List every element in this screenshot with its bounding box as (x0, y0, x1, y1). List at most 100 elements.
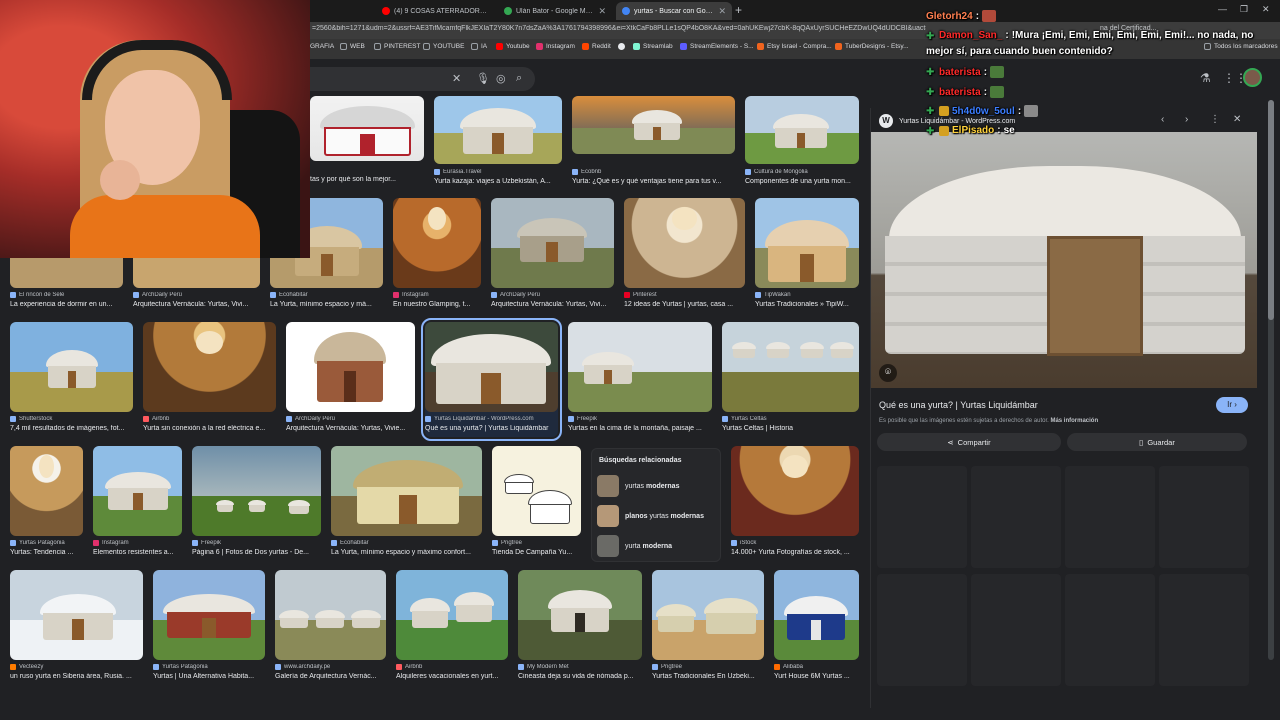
image-result[interactable]: Eurasia.Travel Yurta kazaja: viajes a Uz… (434, 96, 562, 196)
result-thumbnail[interactable] (393, 198, 481, 288)
result-thumbnail[interactable] (143, 322, 276, 412)
result-thumbnail[interactable] (774, 570, 859, 660)
save-button[interactable]: ▯ Guardar (1067, 433, 1247, 451)
result-thumbnail[interactable] (286, 322, 415, 412)
image-result[interactable]: Yurtas Patagonia Yurtas: Tendencia ... (10, 446, 83, 561)
result-caption[interactable]: La experiencia de dormir en un... (10, 301, 123, 308)
bookmark-youtube[interactable]: Youtube (496, 43, 530, 50)
image-result[interactable]: Instagram Elementos resistentes a... (93, 446, 182, 561)
tab-youtube[interactable]: (4) 9 COSAS ATERRADORAS VI (376, 2, 494, 20)
search-icon[interactable]: ⌕ (516, 72, 522, 85)
related-search-item[interactable]: yurta moderna (597, 535, 717, 557)
result-caption[interactable]: Yurtas Tradicionales En Uzbeki... (652, 673, 764, 680)
bookmark-folder[interactable]: GRAFIA (310, 43, 334, 50)
result-caption[interactable]: Yurtas: Tendencia ... (10, 549, 83, 556)
result-caption[interactable]: Página 6 | Fotos de Dos yurtas - De... (192, 549, 321, 556)
result-caption[interactable]: Yurtas en la cima de la montaña, paisaje… (568, 425, 712, 432)
result-caption[interactable]: Yurt House 6M Yurtas ... (774, 673, 859, 680)
image-result[interactable]: iStock 14.000+ Yurta Fotografías de stoc… (731, 446, 859, 561)
result-caption[interactable]: Arquitectura Vernácula: Yurtas, Vivie... (286, 425, 415, 432)
share-button[interactable]: ⋖ Compartir (877, 433, 1061, 451)
result-thumbnail[interactable] (396, 570, 508, 660)
result-caption[interactable]: 14.000+ Yurta Fotografías de stock, ... (731, 549, 859, 556)
result-caption[interactable]: Qué es una yurta? | Yurtas Liquidámbar (425, 425, 558, 432)
scrollbar[interactable] (1268, 100, 1274, 660)
tab-google-maps[interactable]: Ulán Bator - Google Maps ✕ (498, 2, 612, 20)
bookmark-folder[interactable]: WEB (340, 43, 365, 50)
result-thumbnail[interactable] (275, 570, 386, 660)
result-thumbnail[interactable] (10, 570, 143, 660)
result-thumbnail[interactable] (434, 96, 562, 164)
related-search-item[interactable]: planos yurtas modernas (597, 505, 717, 527)
image-result[interactable]: Yurtas Patagonia Yurtas | Una Alternativ… (153, 570, 265, 685)
result-caption[interactable]: Cineasta deja su vida de nómada p... (518, 673, 642, 680)
result-caption[interactable]: Yurta: ¿Qué es y qué ventajas tiene para… (572, 178, 735, 185)
image-result[interactable]: Pngtree Tienda De Campaña Yu... (492, 446, 581, 561)
result-thumbnail[interactable] (310, 96, 424, 161)
image-result[interactable]: TipWakan Yurtas Tradicionales » TipiW... (755, 198, 859, 313)
image-result[interactable]: ArchDaily Perú Arquitectura Vernácula: Y… (286, 322, 415, 437)
image-result[interactable]: Alibaba Yurt House 6M Yurtas ... (774, 570, 859, 685)
result-thumbnail[interactable] (722, 322, 859, 412)
result-thumbnail[interactable] (192, 446, 321, 536)
tab-google-search[interactable]: yurtas - Buscar con Google ✕ (616, 2, 732, 20)
image-result[interactable]: Airbnb Alquileres vacacionales en yurt..… (396, 570, 508, 685)
image-result[interactable]: My Modern Met Cineasta deja su vida de n… (518, 570, 642, 685)
result-caption[interactable]: En nuestro Glamping, t... (393, 301, 481, 308)
lens-icon[interactable]: ◎ (496, 72, 506, 85)
result-caption[interactable]: Arquitectura Vernácula: Yurtas, Vivi... (133, 301, 260, 308)
bookmark-folder[interactable]: IA (471, 43, 487, 50)
bookmark-reddit[interactable]: Reddit (582, 43, 611, 50)
image-result-selected[interactable]: Yurtas Liquidámbar - WordPress.com Qué e… (421, 318, 562, 441)
result-thumbnail[interactable] (652, 570, 764, 660)
result-thumbnail[interactable] (572, 96, 735, 154)
result-caption[interactable]: Yurta sin conexión a la red eléctrica e.… (143, 425, 276, 432)
result-thumbnail[interactable] (624, 198, 745, 288)
result-caption[interactable]: Alquileres vacacionales en yurt... (396, 673, 508, 680)
preview-image[interactable]: ⌾ (871, 132, 1257, 388)
bookmark-github[interactable] (618, 43, 625, 50)
result-caption[interactable]: tas y por qué son la mejor... (310, 176, 424, 183)
result-caption[interactable]: Elementos resistentes a... (93, 549, 182, 556)
result-caption[interactable]: Arquitectura Vernácula: Yurtas, Vivi... (491, 301, 614, 308)
bookmark-streamelements[interactable]: StreamElements - S... (680, 43, 754, 50)
result-caption[interactable]: Tienda De Campaña Yu... (492, 549, 581, 556)
result-thumbnail[interactable] (425, 322, 558, 412)
image-result[interactable]: Ecohabitar La Yurta, mínimo espacio y má… (331, 446, 482, 561)
result-caption[interactable]: Yurtas Celtas | Historia (722, 425, 859, 432)
search-input[interactable]: ✕ 🎙 ◎ ⌕ (310, 67, 535, 91)
result-thumbnail[interactable] (491, 198, 614, 288)
close-icon[interactable]: ✕ (598, 6, 606, 17)
visit-button[interactable]: Ir › (1216, 397, 1248, 413)
image-result[interactable]: Cultura de Mongolia Componentes de una y… (745, 96, 859, 196)
result-caption[interactable]: Componentes de una yurta mon... (745, 178, 859, 185)
image-result[interactable]: Pinterest 12 ideas de Yurtas | yurtas, c… (624, 198, 745, 313)
image-result[interactable]: Airbnb Yurta sin conexión a la red eléct… (143, 322, 276, 437)
related-search-item[interactable]: yurtas modernas (597, 475, 717, 497)
result-thumbnail[interactable] (518, 570, 642, 660)
result-caption[interactable]: Yurta kazaja: viajes a Uzbekistán, A... (434, 178, 562, 185)
image-result[interactable]: Vecteezy un ruso yurta en Siberia área, … (10, 570, 143, 685)
close-icon[interactable]: ✕ (718, 6, 726, 17)
image-result[interactable]: ArchDaily Perú Arquitectura Vernácula: Y… (491, 198, 614, 313)
result-caption[interactable]: La Yurta, mínimo espacio y má... (270, 301, 383, 308)
url-text[interactable]: =2560&bih=1271&udm=2&ussrf=AE3TifMcamfqF… (312, 25, 926, 36)
result-caption[interactable]: Galería de Arquitectura Vernác... (275, 673, 386, 680)
result-thumbnail[interactable] (755, 198, 859, 288)
result-thumbnail[interactable] (153, 570, 265, 660)
image-result[interactable]: Instagram En nuestro Glamping, t... (393, 198, 481, 313)
result-caption[interactable]: 7,4 mil resultados de imágenes, fot... (10, 425, 133, 432)
clear-icon[interactable]: ✕ (452, 72, 461, 85)
microphone-icon[interactable]: 🎙 (476, 72, 490, 85)
result-caption[interactable]: Yurtas Tradicionales » TipiW... (755, 301, 859, 308)
lens-icon[interactable]: ⌾ (879, 364, 897, 382)
image-result[interactable]: Yurtas Celtas Yurtas Celtas | Historia (722, 322, 859, 437)
image-result[interactable]: Ecobnb Yurta: ¿Qué es y qué ventajas tie… (572, 96, 735, 196)
result-thumbnail[interactable] (731, 446, 859, 536)
result-caption[interactable]: 12 ideas de Yurtas | yurtas, casa ... (624, 301, 745, 308)
result-thumbnail[interactable] (745, 96, 859, 164)
image-result[interactable]: Pngtree Yurtas Tradicionales En Uzbeki..… (652, 570, 764, 685)
bookmark-streamlab[interactable]: Streamlab (633, 43, 673, 50)
new-tab-button[interactable]: + (735, 3, 742, 17)
bookmark-folder[interactable]: PINTEREST (374, 43, 420, 50)
